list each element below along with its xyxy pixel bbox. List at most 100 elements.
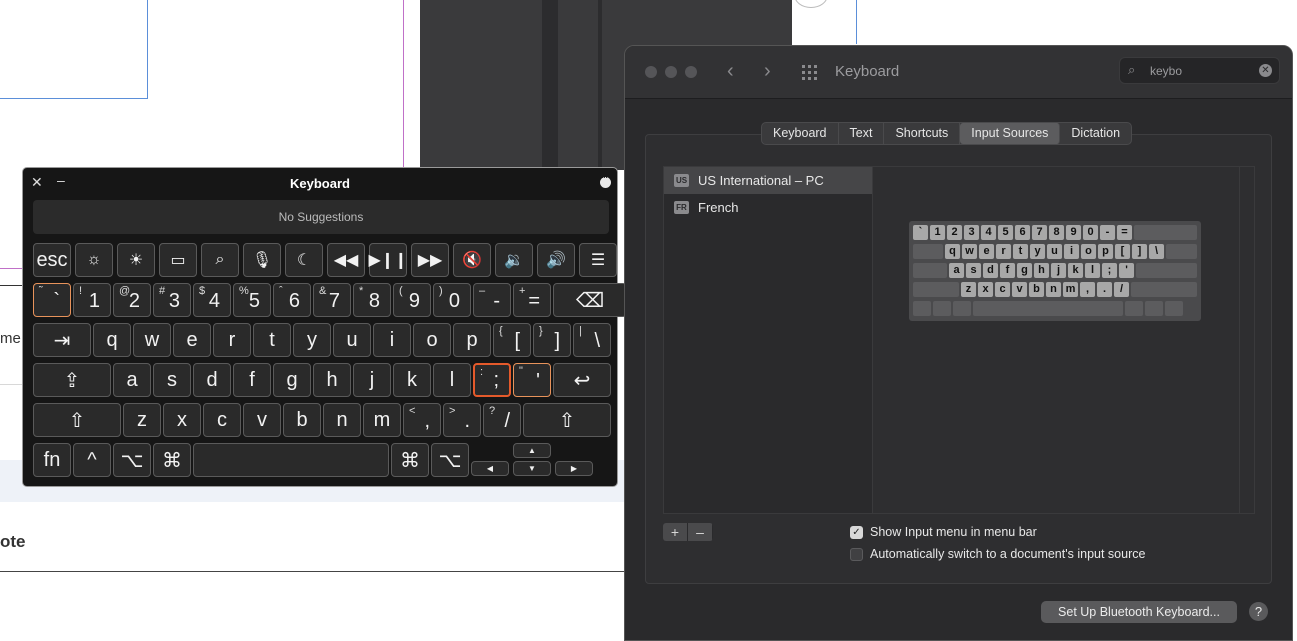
show-menu-checkbox[interactable]: ✓ bbox=[850, 526, 863, 539]
key-number_row-10[interactable]: ) 0 bbox=[433, 283, 471, 317]
key-a_row-12[interactable]: ↩ bbox=[553, 363, 611, 397]
brightness-down-icon[interactable]: ☼ bbox=[75, 243, 113, 277]
key-bottom-2[interactable]: ⌥ bbox=[113, 443, 151, 477]
remove-source-button[interactable]: – bbox=[688, 523, 713, 541]
key-bottom-0[interactable]: fn bbox=[33, 443, 71, 477]
key-bottom-6[interactable]: ⌥ bbox=[431, 443, 469, 477]
key-z_row-3[interactable]: c bbox=[203, 403, 241, 437]
key-number_row-1[interactable]: ! 1 bbox=[73, 283, 111, 317]
key-number_row-9[interactable]: (9 bbox=[393, 283, 431, 317]
key-z_row-7[interactable]: m bbox=[363, 403, 401, 437]
forward-arrow-icon[interactable]: › bbox=[764, 60, 771, 83]
tab-text[interactable]: Text bbox=[839, 123, 885, 144]
add-source-button[interactable]: + bbox=[663, 523, 688, 541]
key-z_row-9[interactable]: >. bbox=[443, 403, 481, 437]
key-number_row-2[interactable]: @2 bbox=[113, 283, 151, 317]
zoom-traffic-light[interactable] bbox=[685, 66, 697, 78]
key-q_row-11[interactable]: {[ bbox=[493, 323, 531, 357]
key-z_row-2[interactable]: x bbox=[163, 403, 201, 437]
arrow-right-key[interactable]: ▶ bbox=[555, 461, 593, 476]
key-a_row-11[interactable]: " ' bbox=[513, 363, 551, 397]
key-q_row-8[interactable]: i bbox=[373, 323, 411, 357]
key-q_row-1[interactable]: q bbox=[93, 323, 131, 357]
key-a_row-8[interactable]: k bbox=[393, 363, 431, 397]
key-z_row-11[interactable]: ⇧ bbox=[523, 403, 611, 437]
key-q_row-0[interactable]: ⇥ bbox=[33, 323, 91, 357]
key-q_row-4[interactable]: r bbox=[213, 323, 251, 357]
key-z_row-0[interactable]: ⇧ bbox=[33, 403, 121, 437]
do-not-disturb-icon[interactable]: ☾ bbox=[285, 243, 323, 277]
close-traffic-light[interactable] bbox=[645, 66, 657, 78]
arrow-left-key[interactable]: ◀ bbox=[471, 461, 509, 476]
key-bottom-5[interactable]: ⌘ bbox=[391, 443, 429, 477]
tab-keyboard[interactable]: Keyboard bbox=[762, 123, 839, 144]
key-number_row-7[interactable]: & 7 bbox=[313, 283, 351, 317]
spotlight-icon[interactable]: ⌕ bbox=[201, 243, 239, 277]
more-options-icon[interactable] bbox=[600, 172, 611, 188]
fast-forward-icon[interactable]: ▶▶ bbox=[411, 243, 449, 277]
key-number_row-0[interactable]: ˜ ` bbox=[33, 283, 71, 317]
scrollbar-track[interactable] bbox=[1239, 167, 1240, 513]
system-preferences-window[interactable]: ‹ › Keyboard ⌕ keybo ✕ Keyboard Text Short… bbox=[624, 45, 1293, 641]
key-a_row-5[interactable]: g bbox=[273, 363, 311, 397]
key-a_row-10[interactable]: :; bbox=[473, 363, 511, 397]
key-q_row-10[interactable]: p bbox=[453, 323, 491, 357]
show-all-grid-icon[interactable] bbox=[802, 65, 818, 81]
key-z_row-4[interactable]: v bbox=[243, 403, 281, 437]
key-z_row-6[interactable]: n bbox=[323, 403, 361, 437]
key-number_row-4[interactable]: $4 bbox=[193, 283, 231, 317]
key-q_row-13[interactable]: | \ bbox=[573, 323, 611, 357]
key-z_row-5[interactable]: b bbox=[283, 403, 321, 437]
key-a_row-6[interactable]: h bbox=[313, 363, 351, 397]
auto-switch-checkbox[interactable] bbox=[850, 548, 863, 561]
escape-key[interactable]: esc bbox=[33, 243, 71, 277]
tab-input-sources[interactable]: Input Sources bbox=[960, 123, 1061, 144]
key-number_row-6[interactable]: ˆ6 bbox=[273, 283, 311, 317]
key-z_row-10[interactable]: ? / bbox=[483, 403, 521, 437]
key-a_row-2[interactable]: s bbox=[153, 363, 191, 397]
key-a_row-7[interactable]: j bbox=[353, 363, 391, 397]
bluetooth-keyboard-button[interactable]: Set Up Bluetooth Keyboard... bbox=[1041, 601, 1237, 623]
search-input[interactable]: ⌕ keybo ✕ bbox=[1119, 57, 1280, 84]
clear-search-icon[interactable]: ✕ bbox=[1259, 64, 1272, 77]
key-q_row-6[interactable]: y bbox=[293, 323, 331, 357]
key-a_row-3[interactable]: d bbox=[193, 363, 231, 397]
key-a_row-0[interactable]: ⇪ bbox=[33, 363, 111, 397]
source-item-fr[interactable]: FR French bbox=[664, 194, 872, 221]
key-z_row-1[interactable]: z bbox=[123, 403, 161, 437]
tab-dictation[interactable]: Dictation bbox=[1060, 123, 1131, 144]
mission-control-icon[interactable]: ▭ bbox=[159, 243, 197, 277]
play-pause-icon[interactable]: ▶❙❙ bbox=[368, 243, 408, 277]
key-q_row-5[interactable]: t bbox=[253, 323, 291, 357]
key-number_row-13[interactable]: ⌫ bbox=[553, 283, 627, 317]
key-number_row-12[interactable]: + = bbox=[513, 283, 551, 317]
key-bottom-4[interactable] bbox=[193, 443, 389, 477]
arrow-up-key[interactable]: ▲ bbox=[513, 443, 551, 458]
key-q_row-12[interactable]: }] bbox=[533, 323, 571, 357]
rewind-icon[interactable]: ◀◀ bbox=[327, 243, 365, 277]
key-bottom-3[interactable]: ⌘ bbox=[153, 443, 191, 477]
keyboard-viewer-window[interactable]: ✕ – Keyboard No Suggestions esc☼☀▭⌕🎙☾◀◀▶… bbox=[22, 167, 627, 487]
key-q_row-9[interactable]: o bbox=[413, 323, 451, 357]
key-q_row-7[interactable]: u bbox=[333, 323, 371, 357]
volume-down-icon[interactable]: 🔉 bbox=[495, 243, 533, 277]
volume-up-icon[interactable]: 🔊 bbox=[537, 243, 575, 277]
mute-icon[interactable]: 🔇 bbox=[453, 243, 491, 277]
help-button[interactable]: ? bbox=[1249, 602, 1268, 621]
key-number_row-8[interactable]: * 8 bbox=[353, 283, 391, 317]
dictation-icon[interactable]: 🎙 bbox=[243, 243, 281, 277]
source-item-us[interactable]: US US International – PC bbox=[664, 167, 872, 194]
key-q_row-3[interactable]: e bbox=[173, 323, 211, 357]
key-number_row-3[interactable]: #3 bbox=[153, 283, 191, 317]
key-a_row-4[interactable]: f bbox=[233, 363, 271, 397]
back-arrow-icon[interactable]: ‹ bbox=[727, 60, 734, 83]
menu-icon[interactable]: ☰ bbox=[579, 243, 617, 277]
arrow-down-key[interactable]: ▼ bbox=[513, 461, 551, 476]
key-number_row-5[interactable]: % 5 bbox=[233, 283, 271, 317]
key-bottom-1[interactable]: ^ bbox=[73, 443, 111, 477]
key-a_row-1[interactable]: a bbox=[113, 363, 151, 397]
key-a_row-9[interactable]: l bbox=[433, 363, 471, 397]
key-q_row-2[interactable]: w bbox=[133, 323, 171, 357]
input-sources-list[interactable]: US US International – PC FR French bbox=[663, 166, 873, 514]
key-number_row-11[interactable]: – - bbox=[473, 283, 511, 317]
